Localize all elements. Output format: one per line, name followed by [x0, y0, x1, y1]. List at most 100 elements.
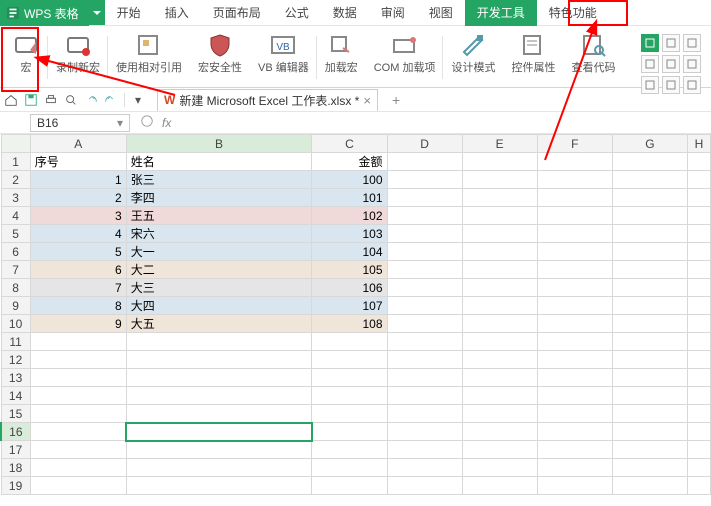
cell-F6[interactable] [537, 243, 612, 261]
cell-H5[interactable] [687, 225, 710, 243]
cell-E14[interactable] [462, 387, 537, 405]
cell-F2[interactable] [537, 171, 612, 189]
cell-A10[interactable]: 9 [30, 315, 126, 333]
cell-E19[interactable] [462, 477, 537, 495]
ribbon-com-addins[interactable]: COM 加载项 [366, 30, 444, 87]
cell-F18[interactable] [537, 459, 612, 477]
cell-E2[interactable] [462, 171, 537, 189]
cell-H15[interactable] [687, 405, 710, 423]
cell-H12[interactable] [687, 351, 710, 369]
print-icon[interactable] [44, 93, 58, 107]
cell-A7[interactable]: 6 [30, 261, 126, 279]
ribbon-relative-ref[interactable]: 使用相对引用 [108, 30, 190, 87]
row-header-11[interactable]: 11 [1, 333, 30, 351]
new-tab-button[interactable]: + [392, 92, 400, 108]
cell-H17[interactable] [687, 441, 710, 459]
fx-helper-icon[interactable] [140, 114, 154, 131]
row-header-2[interactable]: 2 [1, 171, 30, 189]
save-icon[interactable] [24, 93, 38, 107]
cell-C14[interactable] [312, 387, 387, 405]
cell-E10[interactable] [462, 315, 537, 333]
row-header-17[interactable]: 17 [1, 441, 30, 459]
ribbon-record-macro[interactable]: 录制新宏 [48, 30, 108, 87]
cell-E6[interactable] [462, 243, 537, 261]
cell-H4[interactable] [687, 207, 710, 225]
cell-G15[interactable] [612, 405, 687, 423]
cell-C11[interactable] [312, 333, 387, 351]
cell-F12[interactable] [537, 351, 612, 369]
cell-F4[interactable] [537, 207, 612, 225]
cell-G12[interactable] [612, 351, 687, 369]
mini-control-b1[interactable] [641, 55, 659, 73]
ribbon-macro-security[interactable]: 宏安全性 [190, 30, 250, 87]
cell-G8[interactable] [612, 279, 687, 297]
cell-B6[interactable]: 大一 [126, 243, 312, 261]
cell-F11[interactable] [537, 333, 612, 351]
cell-D2[interactable] [387, 171, 462, 189]
mini-control-b2[interactable] [662, 55, 680, 73]
cell-G19[interactable] [612, 477, 687, 495]
cell-D11[interactable] [387, 333, 462, 351]
cell-B11[interactable] [126, 333, 312, 351]
row-header-15[interactable]: 15 [1, 405, 30, 423]
row-header-8[interactable]: 8 [1, 279, 30, 297]
cell-H18[interactable] [687, 459, 710, 477]
ribbon-macro[interactable]: 宏 [4, 30, 48, 87]
cell-G13[interactable] [612, 369, 687, 387]
cell-B10[interactable]: 大五 [126, 315, 312, 333]
cell-E15[interactable] [462, 405, 537, 423]
app-menu-caret[interactable] [89, 0, 105, 25]
cell-A8[interactable]: 7 [30, 279, 126, 297]
row-header-1[interactable]: 1 [1, 153, 30, 171]
cell-G16[interactable] [612, 423, 687, 441]
cell-B2[interactable]: 张三 [126, 171, 312, 189]
cell-A1[interactable]: 序号 [30, 153, 126, 171]
mini-control-a1[interactable] [641, 34, 659, 52]
cell-D12[interactable] [387, 351, 462, 369]
cell-B4[interactable]: 王五 [126, 207, 312, 225]
cell-G4[interactable] [612, 207, 687, 225]
cell-D16[interactable] [387, 423, 462, 441]
cell-G18[interactable] [612, 459, 687, 477]
cell-H3[interactable] [687, 189, 710, 207]
cell-B8[interactable]: 大三 [126, 279, 312, 297]
cell-D5[interactable] [387, 225, 462, 243]
cell-C19[interactable] [312, 477, 387, 495]
cell-C18[interactable] [312, 459, 387, 477]
cell-B9[interactable]: 大四 [126, 297, 312, 315]
cell-H14[interactable] [687, 387, 710, 405]
menu-数据[interactable]: 数据 [321, 0, 369, 26]
cell-D7[interactable] [387, 261, 462, 279]
undo-icon[interactable] [84, 93, 98, 107]
cell-H9[interactable] [687, 297, 710, 315]
cell-B5[interactable]: 宋六 [126, 225, 312, 243]
col-header-B[interactable]: B [126, 135, 312, 153]
cell-H8[interactable] [687, 279, 710, 297]
chevron-down-icon[interactable]: ▾ [131, 93, 145, 107]
row-header-19[interactable]: 19 [1, 477, 30, 495]
cell-A12[interactable] [30, 351, 126, 369]
cell-A16[interactable] [30, 423, 126, 441]
chevron-down-icon[interactable]: ▾ [117, 116, 123, 130]
cell-A9[interactable]: 8 [30, 297, 126, 315]
ribbon-addins[interactable]: 加载宏 [317, 30, 366, 87]
row-header-3[interactable]: 3 [1, 189, 30, 207]
col-header-H[interactable]: H [687, 135, 710, 153]
cell-C17[interactable] [312, 441, 387, 459]
cell-D18[interactable] [387, 459, 462, 477]
cell-F17[interactable] [537, 441, 612, 459]
cell-H19[interactable] [687, 477, 710, 495]
file-tab[interactable]: W 新建 Microsoft Excel 工作表.xlsx * × [157, 89, 378, 111]
cell-H1[interactable] [687, 153, 710, 171]
cell-E18[interactable] [462, 459, 537, 477]
preview-icon[interactable] [64, 93, 78, 107]
menu-审阅[interactable]: 审阅 [369, 0, 417, 26]
cell-H11[interactable] [687, 333, 710, 351]
cell-B18[interactable] [126, 459, 312, 477]
cell-A4[interactable]: 3 [30, 207, 126, 225]
cell-F5[interactable] [537, 225, 612, 243]
cell-G1[interactable] [612, 153, 687, 171]
cell-D3[interactable] [387, 189, 462, 207]
cell-H2[interactable] [687, 171, 710, 189]
mini-control-c2[interactable] [662, 76, 680, 94]
